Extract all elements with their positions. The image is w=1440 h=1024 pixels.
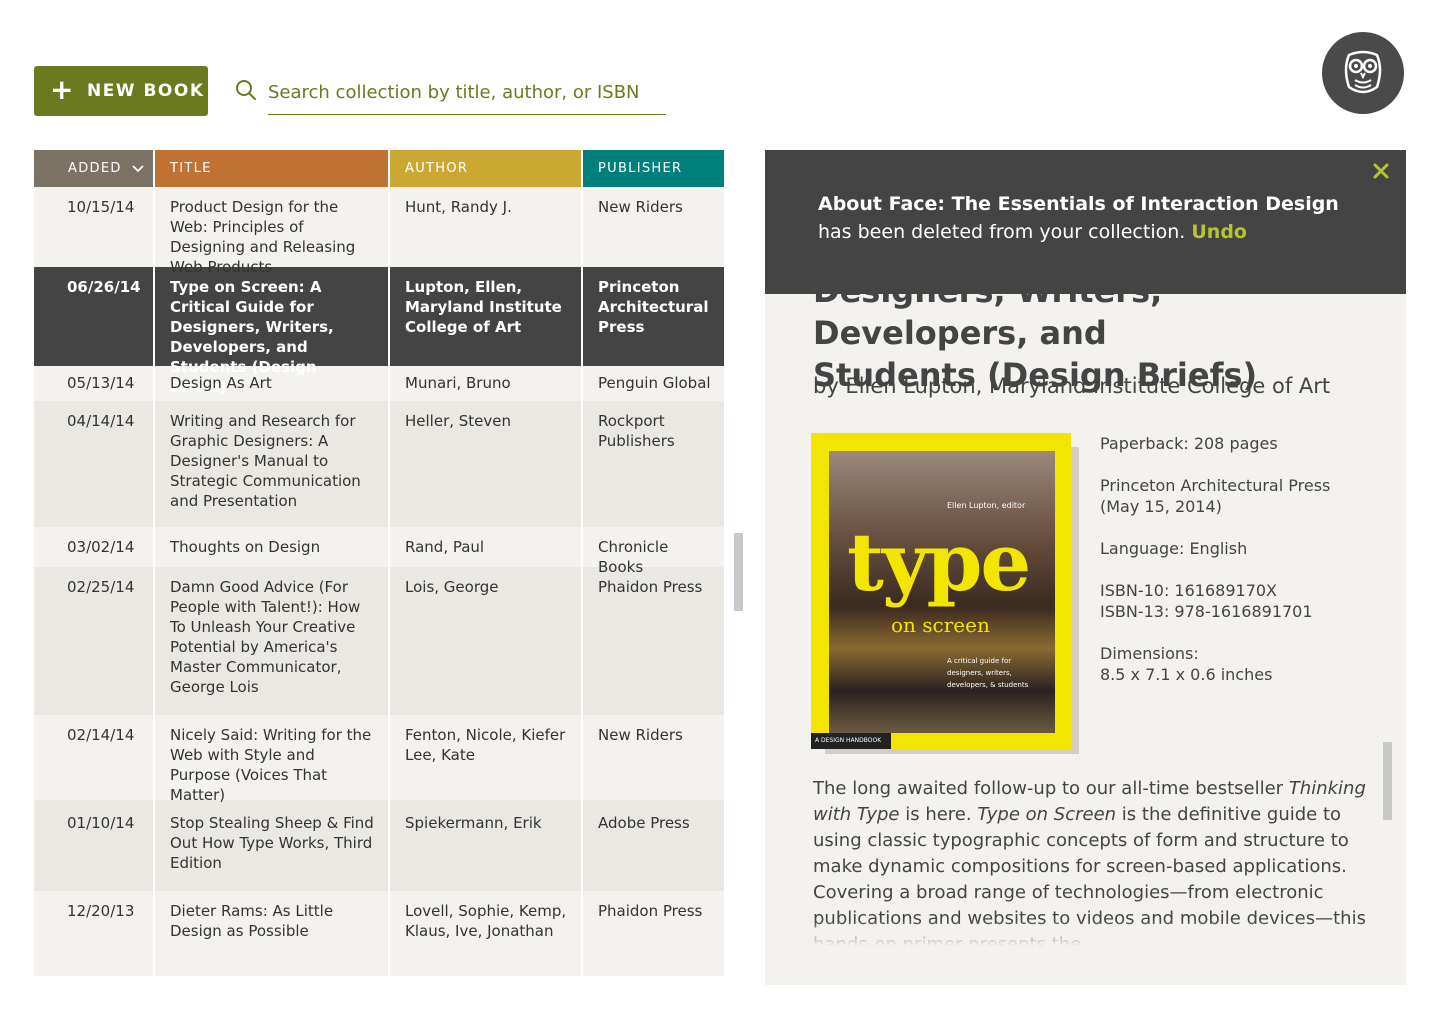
meta-publisher-name: Princeton Architectural Press <box>1100 476 1331 495</box>
cell-publisher: Rockport Publishers <box>598 412 675 450</box>
owl-avatar[interactable] <box>1322 32 1404 114</box>
undo-link[interactable]: Undo <box>1191 221 1247 243</box>
table-row[interactable]: 02/25/14 Damn Good Advice (For People wi… <box>34 567 724 715</box>
cell-added: 04/14/14 <box>34 401 155 527</box>
cell-author: Lois, George <box>390 567 583 715</box>
cell-title: Writing and Research for Graphic Designe… <box>155 401 390 527</box>
cover-author-text: Ellen Lupton, editor <box>947 501 1026 510</box>
meta-dimensions: Dimensions: 8.5 x 7.1 x 0.6 inches <box>1100 643 1390 685</box>
cell-author: Munari, Bruno <box>390 366 583 401</box>
cover-blurb: A critical guide for designers, writers,… <box>947 657 1029 689</box>
cell-author: Hunt, Randy J. <box>390 187 583 267</box>
cover-image: Ellen Lupton, editor type on screen A cr… <box>811 433 1071 749</box>
column-header-publisher[interactable]: PUBLISHER <box>583 150 724 187</box>
cell-title: Design As Art <box>155 366 390 401</box>
search-icon <box>236 80 256 100</box>
table-body: 10/15/14 Product Design for the Web: Pri… <box>34 187 724 976</box>
table-row[interactable]: 01/10/14 Stop Stealing Sheep & Find Out … <box>34 800 724 891</box>
cell-added: 06/26/14 <box>34 267 155 366</box>
meta-publisher: Princeton Architectural Press (May 15, 2… <box>1100 475 1390 517</box>
book-metadata: Paperback: 208 pages Princeton Architect… <box>1100 433 1390 706</box>
notification-book-title: About Face: The Essentials of Interactio… <box>818 193 1339 215</box>
column-header-author[interactable]: AUTHOR <box>390 150 583 187</box>
cell-title: Type on Screen: A Critical Guide for Des… <box>155 267 390 396</box>
meta-language: Language: English <box>1100 539 1248 558</box>
desc-italic: Type on Screen <box>977 804 1117 825</box>
owl-logo-icon <box>1344 50 1382 94</box>
search-input[interactable] <box>268 70 666 115</box>
detail-scrollbar[interactable] <box>1383 742 1392 820</box>
table-row[interactable]: 04/14/14 Writing and Research for Graphi… <box>34 401 724 527</box>
column-header-title[interactable]: TITLE <box>155 150 390 187</box>
cell-publisher: Princeton Architectural Press <box>598 278 709 336</box>
notification-message-line: has been deleted from your collection. U… <box>818 218 1406 246</box>
meta-publish-date: (May 15, 2014) <box>1100 497 1222 516</box>
search-bar <box>234 70 666 116</box>
column-header-added[interactable]: ADDED <box>34 150 155 187</box>
new-book-button[interactable]: + NEW BOOK <box>34 66 208 116</box>
table-row[interactable]: 12/20/13 Dieter Rams: As Little Design a… <box>34 891 724 976</box>
chevron-down-icon <box>132 164 144 172</box>
table-scrollbar[interactable] <box>734 533 743 611</box>
table-header: ADDED TITLE AUTHOR PUBLISHER <box>34 150 724 187</box>
cell-added: 02/14/14 <box>34 715 155 800</box>
cell-added: 12/20/13 <box>34 891 155 976</box>
meta-dimensions-value: 8.5 x 7.1 x 0.6 inches <box>1100 665 1273 684</box>
cell-publisher: Phaidon Press <box>598 902 703 920</box>
meta-dimensions-label: Dimensions: <box>1100 644 1199 663</box>
cell-publisher: Phaidon Press <box>598 578 703 596</box>
plus-icon: + <box>50 72 75 106</box>
meta-isbn10: ISBN-10: 161689170X <box>1100 581 1278 600</box>
cell-added: 01/10/14 <box>34 800 155 891</box>
deleted-notification: About Face: The Essentials of Interactio… <box>765 150 1406 294</box>
cell-author: Fenton, Nicole, Kiefer Lee, Kate <box>390 715 583 800</box>
book-byline: by Ellen Lupton, Maryland Institute Coll… <box>813 374 1331 398</box>
cell-author: Rand, Paul <box>390 527 583 567</box>
desc-text: The long awaited follow-up to our all-ti… <box>813 778 1289 799</box>
book-cover: Ellen Lupton, editor type on screen A cr… <box>811 433 1083 755</box>
cell-author: Lupton, Ellen, Maryland Institute Colleg… <box>390 267 583 366</box>
cell-author: Heller, Steven <box>390 401 583 527</box>
cell-title: Damn Good Advice (For People with Talent… <box>155 567 390 715</box>
meta-isbn13: ISBN-13: 978-1616891701 <box>1100 602 1313 621</box>
cell-added: 03/02/14 <box>34 527 155 567</box>
table-row-selected[interactable]: 06/26/14 Type on Screen: A Critical Guid… <box>34 267 724 396</box>
cell-added: 10/15/14 <box>34 187 155 267</box>
meta-isbn: ISBN-10: 161689170X ISBN-13: 978-1616891… <box>1100 580 1390 622</box>
new-book-label: NEW BOOK <box>86 81 205 101</box>
cell-title: Stop Stealing Sheep & Find Out How Type … <box>155 800 390 891</box>
cell-title: Thoughts on Design <box>155 527 390 567</box>
desc-text: is here. <box>899 804 978 825</box>
column-header-added-label: ADDED <box>68 161 122 176</box>
table-row[interactable]: 05/13/14 Design As Art Munari, Bruno Pen… <box>34 366 724 401</box>
cover-word-onscreen: on screen <box>891 613 990 637</box>
table-row[interactable]: 03/02/14 Thoughts on Design Rand, Paul C… <box>34 527 724 576</box>
meta-format: Paperback: 208 pages <box>1100 434 1278 453</box>
cell-publisher: New Riders <box>598 198 683 216</box>
cell-added: 02/25/14 <box>34 567 155 715</box>
cell-title: Dieter Rams: As Little Design as Possibl… <box>155 891 390 976</box>
cell-added: 05/13/14 <box>34 366 155 401</box>
description-fade <box>765 920 1406 985</box>
notification-message: has been deleted from your collection. <box>818 221 1186 243</box>
cell-publisher: Adobe Press <box>598 814 690 832</box>
cell-title: Nicely Said: Writing for the Web with St… <box>155 715 390 804</box>
cell-publisher: Penguin Global <box>598 374 711 392</box>
books-table: ADDED TITLE AUTHOR PUBLISHER 10/15/14 Pr… <box>34 150 724 976</box>
cell-publisher: Chronicle Books <box>598 538 669 576</box>
table-row[interactable]: 02/14/14 Nicely Said: Writing for the We… <box>34 715 724 804</box>
cover-series: A DESIGN HANDBOOK <box>811 733 891 749</box>
cell-author: Spiekermann, Erik <box>390 800 583 891</box>
cell-author: Lovell, Sophie, Kemp, Klaus, Ive, Jonath… <box>390 891 583 976</box>
cover-word-type: type <box>847 515 1031 609</box>
cell-title: Product Design for the Web: Principles o… <box>155 187 390 276</box>
cell-publisher: New Riders <box>598 726 683 744</box>
close-icon[interactable] <box>1372 162 1390 180</box>
table-row[interactable]: 10/15/14 Product Design for the Web: Pri… <box>34 187 724 276</box>
